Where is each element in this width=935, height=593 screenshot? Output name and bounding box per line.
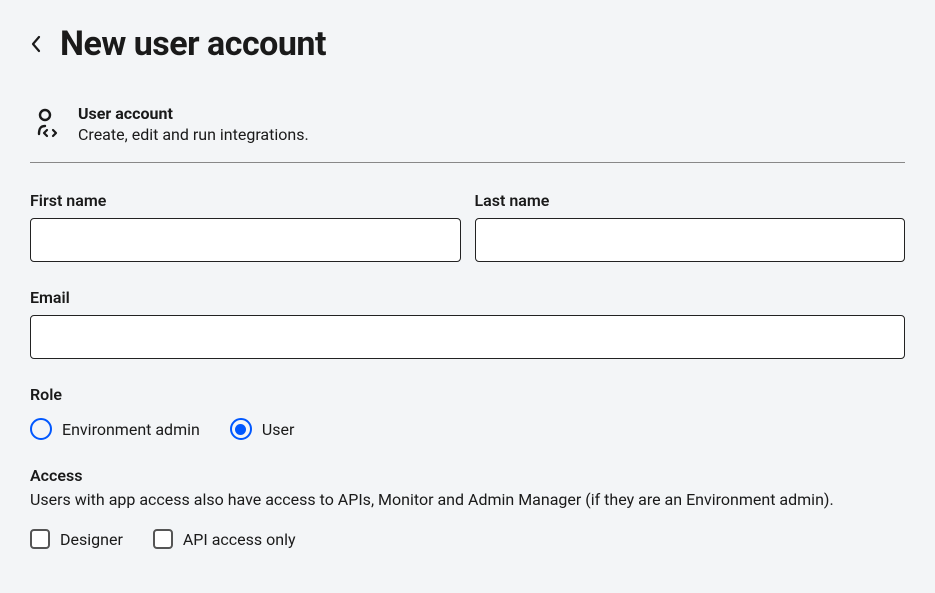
- access-description: Users with app access also have access t…: [30, 489, 905, 511]
- role-section-label: Role: [30, 385, 905, 404]
- radio-label: Environment admin: [62, 420, 200, 439]
- back-button[interactable]: [30, 35, 42, 53]
- first-name-input[interactable]: [30, 218, 461, 262]
- account-type-description: Create, edit and run integrations.: [78, 125, 309, 144]
- radio-icon: [230, 418, 252, 440]
- radio-icon: [30, 418, 52, 440]
- chevron-left-icon: [30, 35, 42, 53]
- checkbox-icon: [153, 529, 173, 549]
- email-label: Email: [30, 288, 905, 307]
- checkbox-icon: [30, 529, 50, 549]
- checkbox-label: API access only: [183, 530, 296, 549]
- checkbox-api-access-only[interactable]: API access only: [153, 529, 296, 549]
- checkbox-label: Designer: [60, 530, 123, 549]
- access-section-label: Access: [30, 466, 905, 485]
- radio-dot-icon: [235, 424, 246, 435]
- user-code-icon: [30, 106, 64, 144]
- checkbox-designer[interactable]: Designer: [30, 529, 123, 549]
- radio-environment-admin[interactable]: Environment admin: [30, 418, 200, 440]
- page-title: New user account: [60, 24, 326, 64]
- radio-user[interactable]: User: [230, 418, 295, 440]
- first-name-label: First name: [30, 191, 461, 210]
- last-name-input[interactable]: [475, 218, 906, 262]
- email-input[interactable]: [30, 315, 905, 359]
- account-type-title: User account: [78, 104, 309, 123]
- last-name-label: Last name: [475, 191, 906, 210]
- radio-label: User: [262, 420, 295, 439]
